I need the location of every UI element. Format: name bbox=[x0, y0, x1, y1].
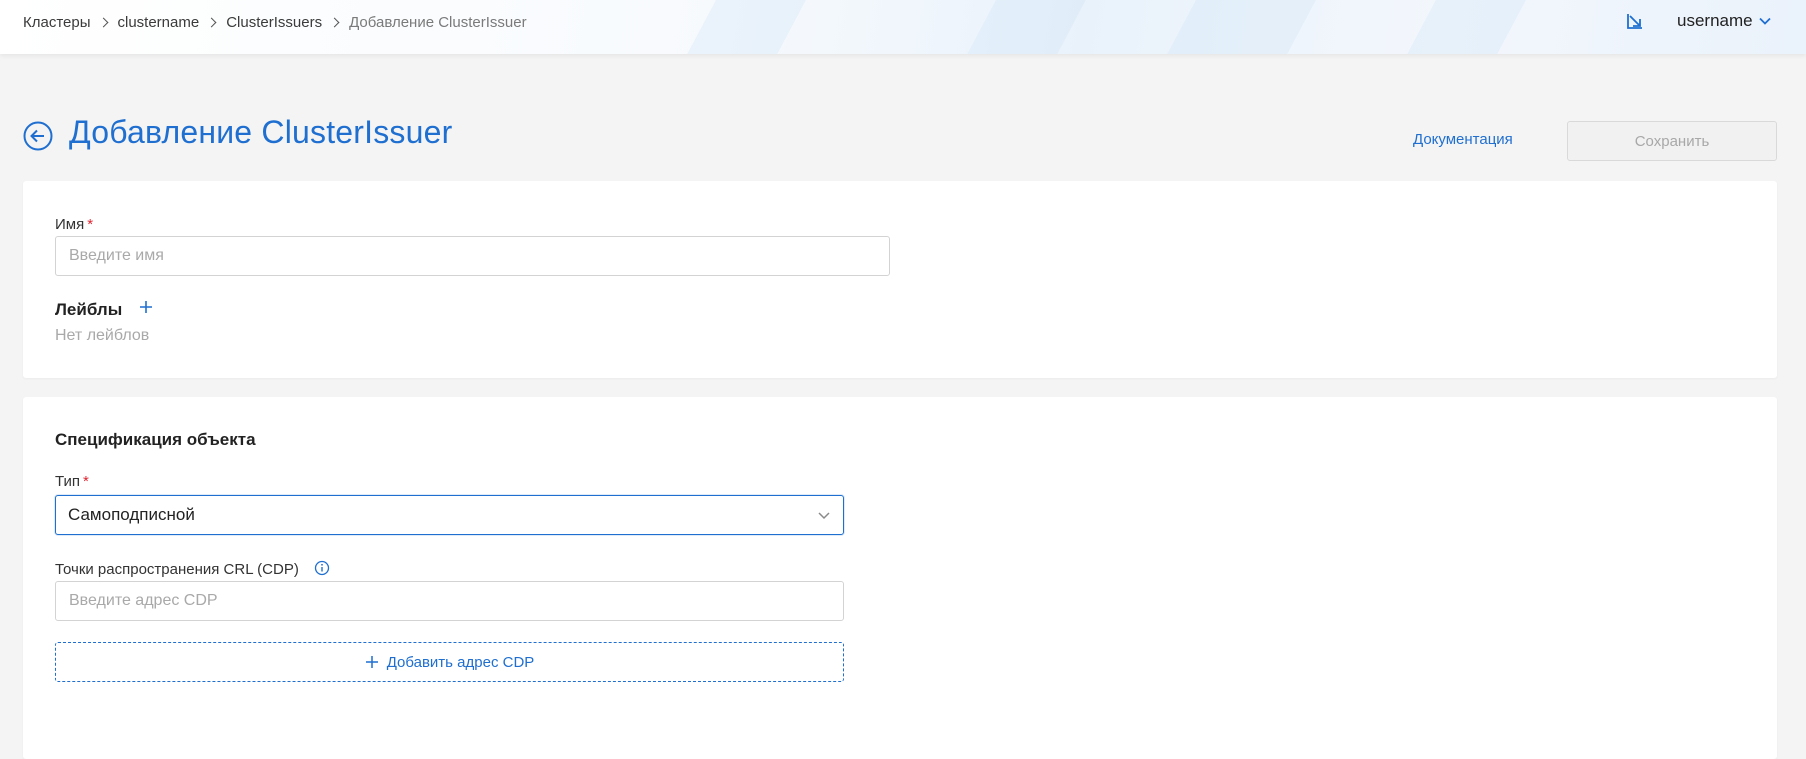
info-icon[interactable] bbox=[314, 560, 330, 576]
save-button[interactable]: Сохранить bbox=[1567, 121, 1777, 161]
name-field-label: Имя * bbox=[55, 216, 93, 233]
documentation-link[interactable]: Документация bbox=[1413, 131, 1513, 148]
type-select-value: Самоподписной bbox=[68, 505, 195, 524]
external-link-icon[interactable] bbox=[1624, 10, 1646, 32]
required-mark: * bbox=[83, 473, 89, 490]
add-cdp-button[interactable]: Добавить адрес CDP bbox=[55, 642, 844, 682]
spec-title: Спецификация объекта bbox=[55, 430, 256, 449]
type-field-label: Тип * bbox=[55, 473, 89, 490]
header-decoration bbox=[1142, 0, 1338, 54]
cdp-field-label: Точки распространения CRL (CDP) bbox=[55, 561, 299, 578]
top-bar: Кластеры clustername ClusterIssuers Доба… bbox=[0, 0, 1806, 54]
chevron-right-icon bbox=[98, 17, 108, 27]
chevron-down-icon bbox=[818, 512, 830, 520]
general-section: Имя* Лейблы Нет лейблов bbox=[23, 181, 1777, 378]
type-select[interactable]: Самоподписной bbox=[55, 495, 844, 535]
breadcrumb-item-current: Добавление ClusterIssuer bbox=[349, 13, 527, 31]
type-label-text: Тип bbox=[55, 473, 81, 490]
name-label-text: Имя bbox=[55, 216, 85, 233]
page-title: Добавление ClusterIssuer bbox=[69, 114, 453, 150]
back-arrow-icon[interactable] bbox=[23, 121, 53, 151]
header-decoration bbox=[1382, 0, 1548, 54]
spec-section: Спецификация объекта Тип * Самоподписной … bbox=[23, 397, 1777, 759]
labels-empty-text: Нет лейблов bbox=[55, 327, 150, 344]
breadcrumb-item-clusters[interactable]: Кластеры bbox=[23, 14, 91, 31]
chevron-right-icon bbox=[329, 17, 340, 27]
breadcrumb: Кластеры clustername ClusterIssuers Доба… bbox=[23, 12, 527, 32]
breadcrumb-item-clusterissuers[interactable]: ClusterIssuers bbox=[226, 14, 322, 31]
header-decoration bbox=[942, 0, 1108, 54]
chevron-down-icon bbox=[1758, 17, 1771, 25]
name-input[interactable] bbox=[55, 236, 890, 276]
header-decoration bbox=[662, 0, 828, 54]
labels-title: Лейблы bbox=[55, 300, 123, 319]
plus-icon bbox=[365, 656, 378, 668]
chevron-right-icon bbox=[206, 17, 217, 27]
cdp-address-input[interactable] bbox=[55, 581, 844, 621]
add-cdp-label: Добавить адрес CDP bbox=[386, 653, 535, 671]
required-mark: * bbox=[87, 216, 94, 233]
user-menu[interactable]: username bbox=[1677, 10, 1771, 32]
breadcrumb-item-clustername[interactable]: clustername bbox=[118, 14, 200, 31]
add-label-icon[interactable] bbox=[137, 298, 155, 316]
username-label: username bbox=[1677, 11, 1753, 30]
